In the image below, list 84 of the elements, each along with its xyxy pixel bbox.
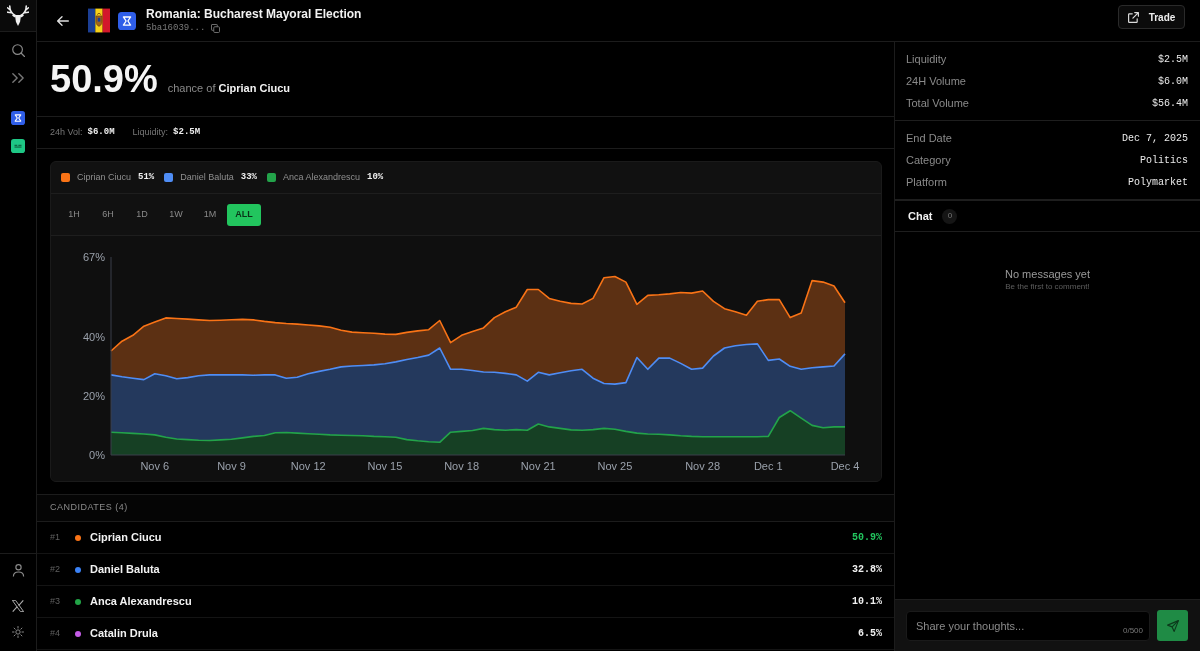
sun-icon[interactable] [12,626,24,638]
detail-label: Liquidity [906,51,947,67]
candidate-name: Ciprian Ciucu [90,530,162,546]
candidate-row[interactable]: #1 Ciprian Ciucu 50.9% [37,522,894,554]
candidate-row[interactable]: #4 Catalin Drula 6.5% [37,618,894,650]
legend-label: Ciprian Ciucu [77,170,132,184]
range-tab[interactable]: ALL [227,203,261,226]
axis-label: Nov 15 [367,460,403,472]
deer-logo-icon [7,4,29,27]
range-tab[interactable]: 6H [91,203,125,226]
app-tile-icon[interactable] [11,111,25,125]
detail-value: Polymarket [1128,175,1188,190]
axis-label: Nov 25 [597,460,633,472]
section-title: CANDIDATES (4) [50,501,128,515]
candidate-rank: #2 [50,562,61,576]
stat-value: $6.0M [87,125,115,139]
detail-label: Total Volume [906,95,969,111]
axis-label: 0% [89,449,105,461]
double-chevron-icon[interactable] [12,72,24,84]
legend-value: 33% [240,170,257,184]
candidate-percent: 50.9% [852,531,882,545]
character-counter: 0/500 [1122,625,1143,636]
legend-value: 51% [138,170,155,184]
axis-label: Dec 1 [753,460,783,472]
user-icon[interactable] [11,564,25,577]
detail-value: $2.5M [1158,52,1188,67]
axis-label: Nov 18 [444,460,480,472]
trade-button[interactable]: Trade [1118,5,1185,29]
flag-icon [88,8,110,33]
candidate-row[interactable]: #2 Daniel Baluta 32.8% [37,554,894,586]
stat-label: Liquidity: [132,125,169,139]
candidate-rank: #1 [50,530,61,544]
candidate-name: Anca Alexandrescu [90,594,192,610]
copy-icon[interactable] [211,23,221,33]
send-button[interactable] [1157,610,1188,641]
candidate-rank: #4 [50,626,61,640]
detail-label: End Date [906,130,952,146]
range-tab[interactable]: 1M [193,203,227,226]
back-arrow-icon[interactable] [57,14,69,27]
candidate-percent: 32.8% [852,563,882,577]
stat-label: 24h Vol: [50,125,83,139]
axis-label: 67% [82,251,105,263]
candidate-percent: 6.5% [858,627,882,641]
probability-value: 50.9% [50,60,158,98]
detail-label: Platform [906,174,947,190]
x-logo-icon[interactable] [12,600,24,612]
axis-label: Nov 9 [217,460,246,472]
legend-label: Anca Alexandrescu [283,170,361,184]
range-tab[interactable]: 1H [57,203,91,226]
detail-value: $56.4M [1152,96,1188,111]
detail-label: Category [906,152,951,168]
probability-caption: chance of Ciprian Ciucu [167,81,291,96]
axis-label: Nov 6 [140,460,170,472]
candidate-percent: 10.1% [852,595,882,609]
chat-title: Chat [908,208,933,224]
search-icon[interactable] [11,44,25,57]
range-tab[interactable]: 1D [125,203,159,226]
range-tab[interactable]: 1W [159,203,193,226]
market-title: Romania: Bucharest Mayoral Election [146,7,362,22]
market-logo-icon [118,11,136,30]
app-tile-icon[interactable] [11,139,25,153]
axis-label: 20% [82,389,105,402]
candidate-row[interactable]: #3 Anca Alexandrescu 10.1% [37,586,894,618]
axis-label: Nov 21 [520,460,556,472]
paper-plane-icon [1166,619,1179,632]
candidate-name: Daniel Baluta [90,562,160,578]
candidate-name: Catalin Drula [90,626,158,642]
detail-value: Politics [1140,153,1188,168]
detail-label: 24H Volume [906,73,966,89]
legend-label: Daniel Baluta [180,170,234,184]
detail-value: $6.0M [1158,74,1188,89]
axis-label: Nov 28 [685,460,721,472]
empty-state-hint: Be the first to comment! [1004,281,1091,292]
axis-label: 40% [82,330,105,343]
axis-label: Nov 12 [290,460,326,472]
candidate-rank: #3 [50,594,61,608]
market-id: 5ba16039... [146,22,206,34]
external-link-icon [1127,11,1139,23]
detail-value: Dec 7, 2025 [1122,131,1188,146]
legend-value: 10% [367,170,384,184]
stat-value: $2.5M [173,125,201,139]
message-count: 0 [942,208,958,224]
empty-state-title: No messages yet [1004,267,1091,281]
axis-label: Dec 4 [830,460,860,472]
